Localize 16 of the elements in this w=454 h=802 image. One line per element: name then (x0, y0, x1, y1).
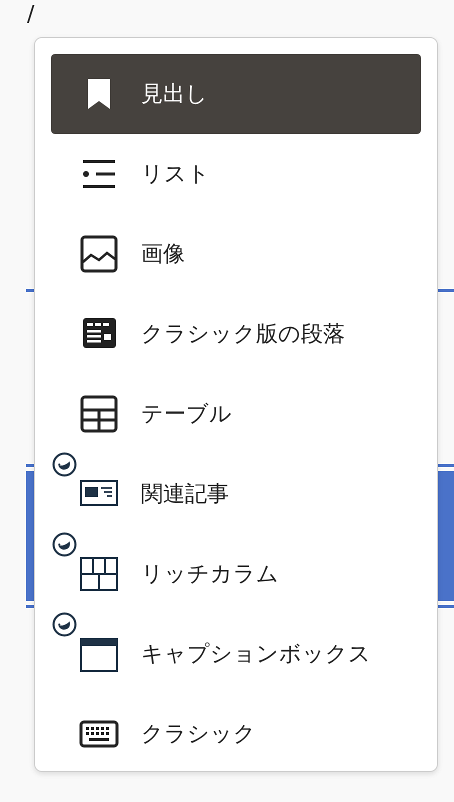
block-option[interactable]: キャプションボックス (51, 614, 421, 694)
block-option[interactable]: 画像 (51, 214, 421, 294)
plugin-badge-icon (52, 532, 77, 557)
block-option[interactable]: テーブル (51, 374, 421, 454)
image-icon (79, 234, 119, 274)
block-option[interactable]: リッチカラム (51, 534, 421, 614)
table-icon (79, 394, 119, 434)
block-option[interactable]: リスト (51, 134, 421, 214)
block-option[interactable]: 見出し (51, 54, 421, 134)
columns-icon (79, 554, 119, 594)
typed-text: / (26, 1, 36, 29)
plugin-badge-icon (52, 452, 77, 477)
plugin-badge-icon (52, 612, 77, 637)
block-option[interactable]: クラシック版の段落 (51, 294, 421, 374)
block-option[interactable]: 関連記事 (51, 454, 421, 534)
block-option[interactable]: クラシック (51, 694, 421, 774)
